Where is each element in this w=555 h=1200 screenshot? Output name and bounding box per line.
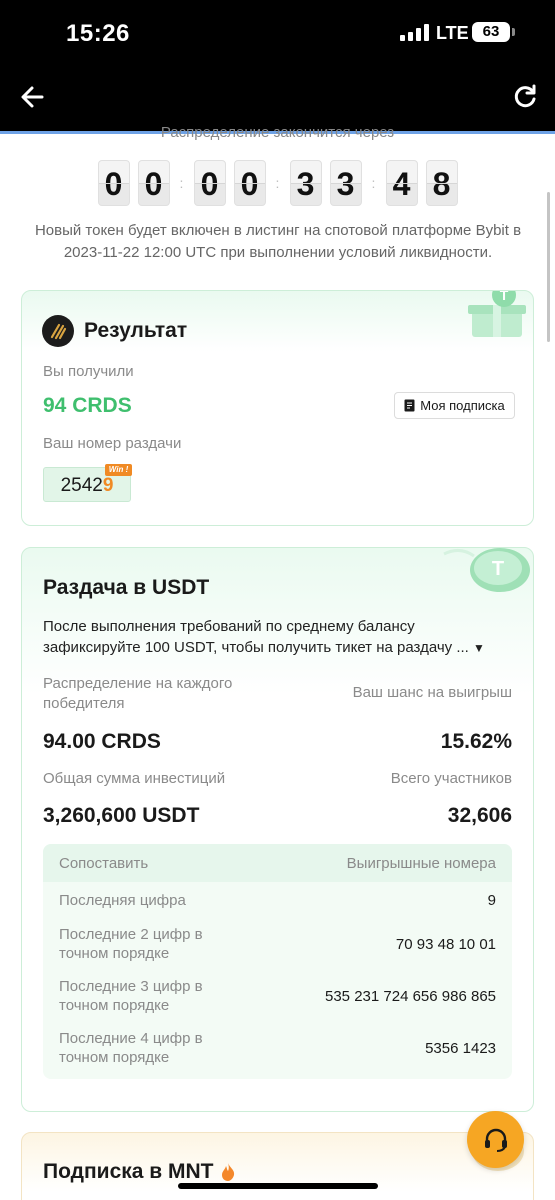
participants-value: 32,606 (447, 804, 512, 827)
chance-label: Ваш шанс на выигрыш (352, 684, 512, 701)
scrollbar[interactable] (547, 192, 550, 342)
row-numbers: 535 231 724 656 986 865 (325, 987, 496, 1005)
row-numbers: 5356 1423 (425, 1039, 496, 1057)
gift-coin-icon: T (468, 290, 526, 337)
refresh-icon[interactable] (510, 82, 540, 112)
battery-icon: 63 (472, 22, 515, 42)
header-match: Сопоставить (59, 854, 149, 872)
usdt-raffle-card: T Раздача в USDT После выполнения требов… (21, 547, 534, 1112)
received-label: Вы получили (43, 363, 134, 380)
raffle-description-text: После выполнения требований по среднему … (43, 618, 469, 656)
support-chat-button[interactable] (467, 1111, 524, 1168)
countdown-digit: 3 (289, 160, 322, 206)
countdown-caption: Распределение закончится через (160, 124, 395, 140)
table-header: Сопоставить Выигрышные номера (43, 844, 512, 882)
expand-triangle-icon[interactable]: ▼ (473, 641, 485, 655)
chance-value: 15.62% (440, 730, 512, 753)
countdown-separator: : (275, 175, 280, 191)
per-winner-value: 94.00 CRDS (43, 730, 161, 753)
network-label: LTE (436, 23, 469, 43)
countdown-digit: 0 (137, 160, 170, 206)
result-title: Результат (84, 319, 188, 342)
headset-icon (484, 1128, 507, 1152)
status-time: 15:26 (66, 20, 130, 47)
svg-text:T: T (492, 558, 504, 580)
table-row: Последняя цифра 9 (59, 888, 496, 912)
result-title-row: Результат (42, 315, 187, 347)
countdown-digit: 3 (329, 160, 362, 206)
winning-numbers-table: Сопоставить Выигрышные номера Последняя … (43, 844, 512, 1079)
row-match: Последняя цифра (59, 891, 186, 909)
crds-logo-icon (42, 315, 74, 347)
countdown-digit: 0 (193, 160, 226, 206)
countdown-digit: 0 (233, 160, 266, 206)
mnt-title-row: Подписка в MNT (43, 1160, 236, 1184)
ticket-prefix: 2542 (60, 475, 103, 496)
signal-icon (400, 24, 429, 41)
total-invest-value: 3,260,600 USDT (43, 804, 200, 827)
countdown-digit: 8 (425, 160, 458, 206)
document-icon (404, 399, 415, 412)
mnt-subscription-card: Подписка в MNT (21, 1132, 534, 1200)
fire-icon (221, 1163, 234, 1181)
mnt-title: Подписка в MNT (43, 1160, 214, 1183)
result-card: T Результат Вы получили 94 CRDS Моя подп… (21, 290, 534, 526)
header-winning-numbers: Выигрышные номера (346, 854, 496, 872)
countdown-separator: : (179, 175, 184, 191)
usdt-coin-icon: T (443, 548, 530, 592)
countdown-separator: : (371, 175, 376, 191)
ticket-number-label: Ваш номер раздачи (43, 435, 182, 452)
raffle-description[interactable]: После выполнения требований по среднему … (43, 616, 513, 659)
countdown-digit: 0 (97, 160, 130, 206)
table-row: Последние 2 цифр в точном порядке 70 93 … (59, 924, 496, 964)
per-winner-label: Распределение на каждого победителя (43, 675, 233, 712)
row-match: Последние 4 цифр в точном порядке (59, 1030, 203, 1066)
row-numbers: 9 (487, 891, 496, 909)
win-badge: Win ! (105, 464, 132, 476)
home-indicator (178, 1183, 378, 1189)
table-row: Последние 4 цифр в точном порядке 5356 1… (59, 1028, 496, 1068)
row-match: Последние 3 цифр в точном порядке (59, 978, 203, 1014)
my-subscription-label: Моя подписка (420, 398, 505, 413)
ticket-win-digit: 9 (102, 475, 114, 496)
my-subscription-button[interactable]: Моя подписка (394, 392, 515, 419)
participants-label: Всего участников (390, 770, 512, 787)
back-arrow-icon[interactable] (18, 82, 48, 112)
countdown-digit: 4 (385, 160, 418, 206)
top-bar: 15:26 LTE 63 (0, 0, 555, 134)
row-match: Последние 2 цифр в точном порядке (59, 926, 203, 962)
svg-text:T: T (500, 290, 509, 303)
listing-note: Новый токен будет включен в листинг на с… (34, 222, 522, 261)
raffle-title: Раздача в USDT (43, 576, 210, 599)
total-invest-label: Общая сумма инвестиций (43, 770, 226, 787)
row-numbers: 70 93 48 10 01 (395, 935, 496, 953)
table-row: Последние 3 цифр в точном порядке 535 23… (59, 976, 496, 1016)
countdown-timer: 0 0 : 0 0 : 3 3 : 4 8 (0, 160, 555, 206)
received-value: 94 CRDS (43, 394, 132, 417)
